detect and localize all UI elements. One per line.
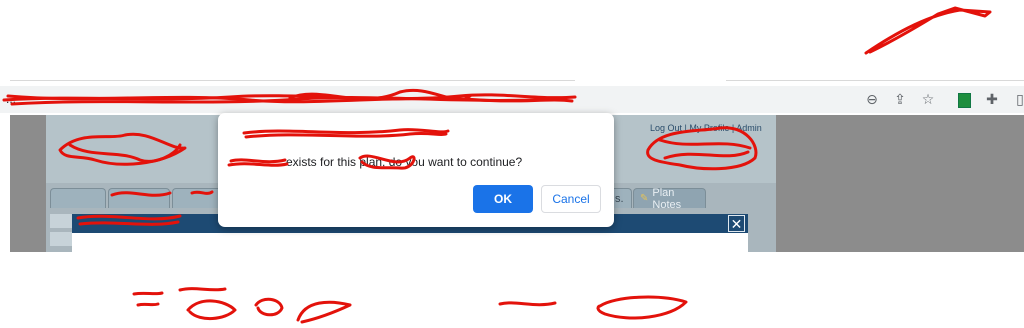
window-divider	[10, 80, 575, 81]
share-icon[interactable]: ⇪	[890, 90, 910, 110]
tab-home[interactable]	[50, 188, 106, 208]
tab-plan-notes[interactable]: ✎ Plan Notes	[633, 187, 706, 211]
url-text[interactable]: ...	[6, 92, 16, 106]
modal-close-icon[interactable]: ✕	[728, 215, 745, 232]
ok-button[interactable]: OK	[473, 185, 533, 213]
account-links[interactable]: Log Out | My Profile | Admin	[650, 123, 762, 133]
cancel-button[interactable]: Cancel	[541, 185, 601, 213]
tab-2[interactable]	[108, 188, 170, 208]
side-menu-item[interactable]	[50, 214, 72, 228]
extensions-puzzle-icon[interactable]: ✚	[982, 90, 1002, 110]
dialog-message: exists for this plan, do you want to con…	[286, 155, 523, 169]
extension-sheets-icon[interactable]	[954, 90, 974, 110]
notes-icon: ✎	[640, 193, 649, 204]
bookmark-star-icon[interactable]: ☆	[918, 90, 938, 110]
side-menu-item[interactable]	[50, 232, 72, 246]
side-panel-icon[interactable]: ▯	[1010, 90, 1024, 110]
window-divider-right	[726, 80, 1024, 81]
modal-body	[72, 233, 748, 252]
tab-3[interactable]	[172, 188, 222, 208]
zoom-out-icon[interactable]: ⊖	[862, 90, 882, 110]
